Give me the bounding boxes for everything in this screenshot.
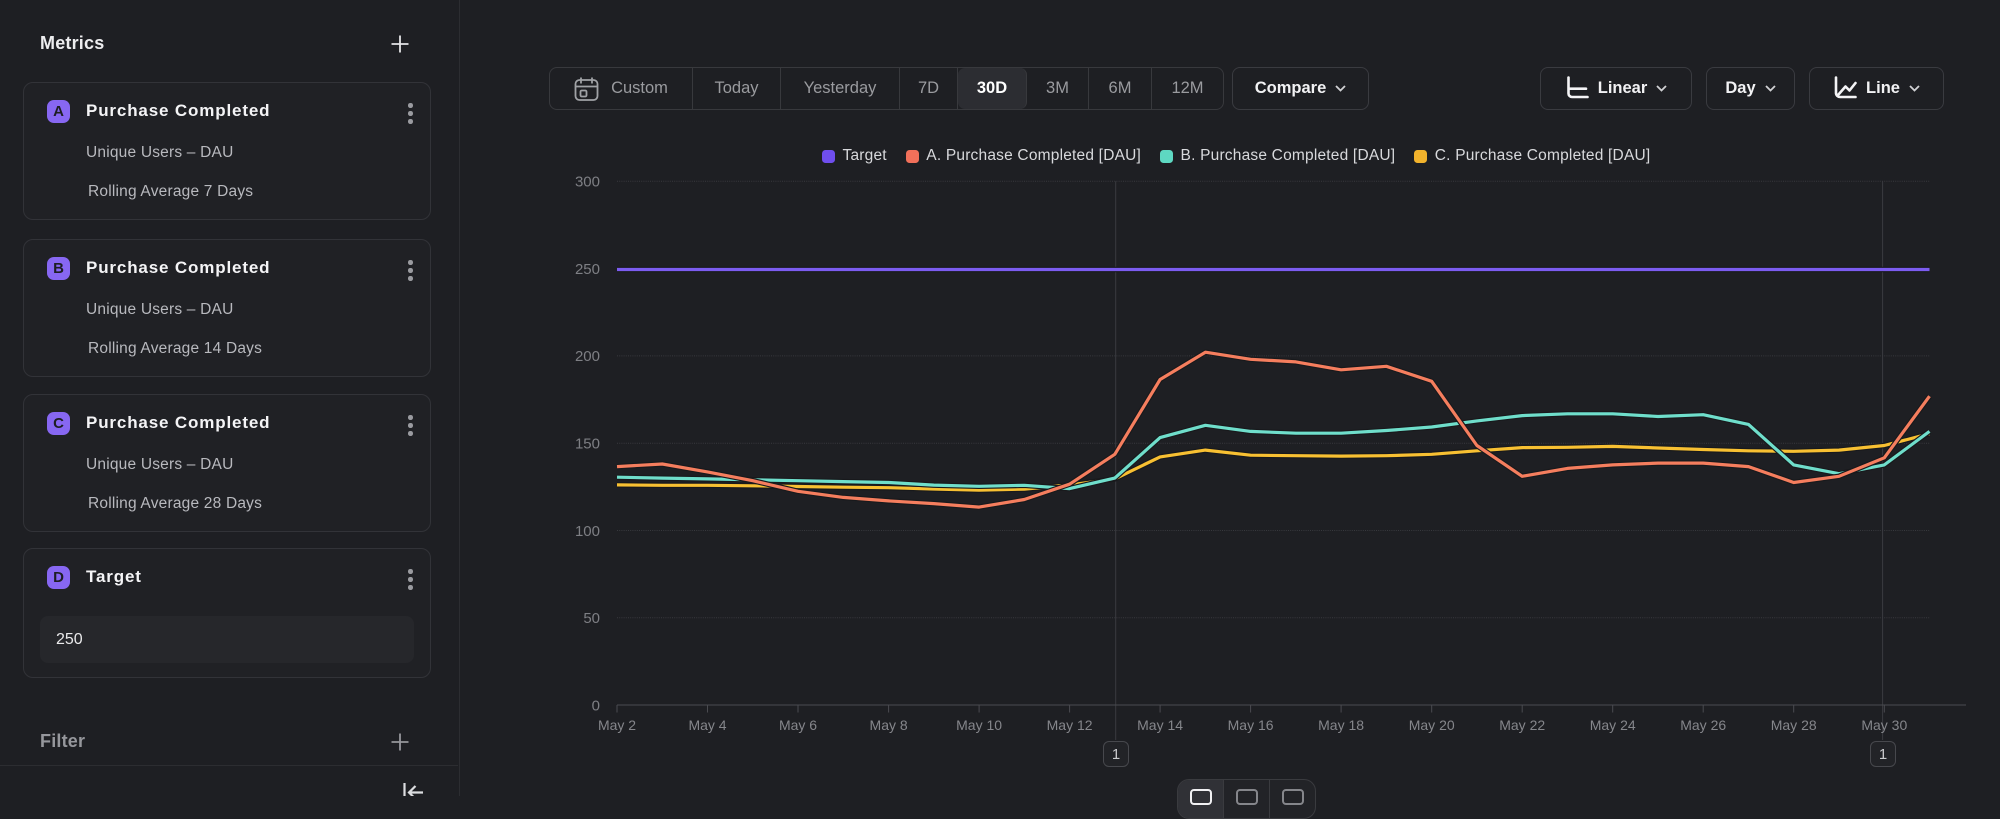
svg-text:250: 250 [575,261,600,278]
svg-text:May 28: May 28 [1771,717,1817,733]
svg-text:May 22: May 22 [1499,717,1545,733]
svg-text:May 12: May 12 [1047,717,1093,733]
svg-text:May 16: May 16 [1228,717,1274,733]
svg-text:May 14: May 14 [1137,717,1183,733]
svg-text:0: 0 [592,697,600,714]
svg-text:May 18: May 18 [1318,717,1364,733]
svg-text:May 10: May 10 [956,717,1002,733]
svg-text:May 8: May 8 [870,717,908,733]
svg-text:May 20: May 20 [1409,717,1455,733]
svg-text:300: 300 [575,174,600,191]
svg-text:May 30: May 30 [1861,717,1907,733]
svg-text:May 6: May 6 [779,717,817,733]
svg-text:May 2: May 2 [598,717,636,733]
svg-text:50: 50 [583,610,600,627]
svg-text:May 4: May 4 [688,717,726,733]
svg-text:100: 100 [575,523,600,540]
svg-text:200: 200 [575,348,600,365]
svg-text:May 24: May 24 [1590,717,1636,733]
svg-text:150: 150 [575,436,600,453]
svg-text:May 26: May 26 [1680,717,1726,733]
